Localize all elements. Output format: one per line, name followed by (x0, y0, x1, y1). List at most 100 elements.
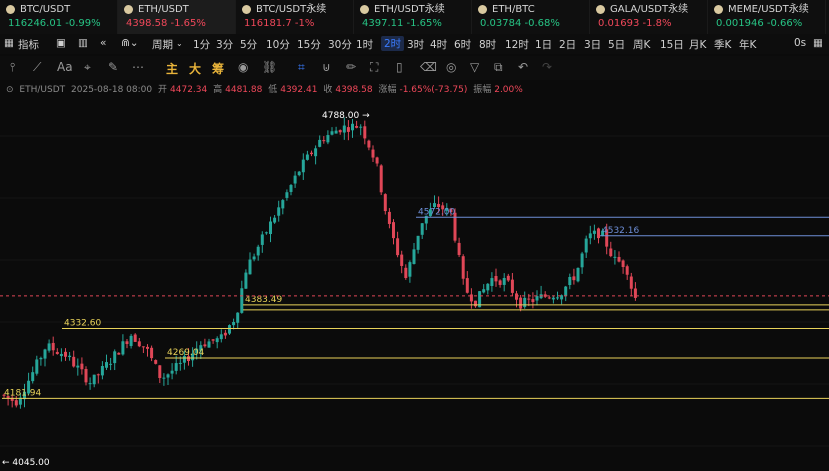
candle-body (59, 353, 63, 357)
timeframe-1日[interactable]: 1日 (535, 37, 552, 52)
ticker-tab[interactable]: ETH/BTC 0.03784 -0.68% (472, 0, 590, 34)
candle-body (502, 277, 506, 285)
indicator-icon[interactable]: ▦ (4, 37, 14, 49)
candle-body (96, 374, 100, 376)
timeframe-周K[interactable]: 周K (633, 37, 650, 52)
clipboard-icon[interactable]: ▯ (396, 60, 403, 74)
candle-body (141, 346, 145, 348)
timeframe-15日[interactable]: 15日 (660, 37, 684, 52)
timeframe-1分[interactable]: 1分 (193, 37, 210, 52)
filter-icon[interactable]: ▽ (470, 60, 479, 74)
candle-body (43, 349, 47, 359)
layers-icon[interactable]: ⧉ (494, 60, 503, 75)
candle-body (494, 275, 498, 282)
candle-body (273, 217, 277, 223)
candle-body (633, 288, 637, 298)
ticker-tab[interactable]: MEME/USDT永续 0.001946 -0.66% (708, 0, 826, 34)
candlestick-chart[interactable]: 4383.49 4332.60 4269.04 4181.94 4572.00 4532.… (0, 96, 829, 471)
info-open-label: 开 (158, 85, 168, 95)
lock-icon[interactable]: ⛶ (370, 60, 378, 75)
timeframe-12时[interactable]: 12时 (505, 37, 529, 52)
chart-type-icon[interactable]: ▥ (78, 37, 88, 49)
large-indicator-button[interactable]: 大 (189, 60, 201, 77)
delete-icon[interactable]: ⌫ (420, 60, 437, 74)
undo-icon[interactable]: ↶ (518, 60, 528, 74)
timeframe-年K[interactable]: 年K (739, 37, 756, 52)
draw-mode-icon[interactable]: ⌗ (298, 60, 305, 75)
candle-body (203, 344, 207, 347)
timeframe-月K[interactable]: 月K (689, 37, 706, 52)
collapse-icon[interactable]: « (100, 37, 106, 49)
candle-body (379, 165, 383, 193)
chevron-down-icon[interactable]: ⌄ (176, 39, 183, 48)
dots-icon[interactable]: ⋯ (132, 60, 144, 74)
grid-icon[interactable]: ▦ (813, 37, 823, 49)
period-dropdown[interactable]: 周期 (152, 37, 173, 52)
timeframe-5分[interactable]: 5分 (240, 37, 257, 52)
info-symbol: ETH/USDT (19, 85, 66, 95)
timeframe-15分[interactable]: 15分 (297, 37, 321, 52)
candle-body (293, 175, 297, 184)
timeframe-3时[interactable]: 3时 (407, 37, 424, 52)
info-datetime: 2025-08-18 08:00 (71, 85, 153, 95)
info-amp-label: 振幅 (473, 85, 492, 95)
ticker-tab[interactable]: ETH/USDT 4398.58 -1.65% (118, 0, 236, 34)
timeframe-30分[interactable]: 30分 (328, 37, 352, 52)
timeframe-季K[interactable]: 季K (714, 37, 731, 52)
timeframe-4时[interactable]: 4时 (430, 37, 447, 52)
candle-body (105, 362, 108, 368)
chart-style-icon[interactable]: ⋒⌄ (121, 37, 139, 49)
timeframe-3日[interactable]: 3日 (584, 37, 601, 52)
ruler-icon[interactable]: ⌖ (84, 60, 91, 75)
timeframe-1时[interactable]: 1时 (356, 37, 373, 52)
candle-body (625, 266, 629, 275)
ticker-symbol: GALA/USDT永续 (610, 4, 689, 15)
candle-body (408, 262, 412, 277)
calendar-icon[interactable]: ▣ (56, 37, 66, 49)
eye-icon[interactable]: ◉ (238, 60, 248, 74)
link-icon[interactable]: ⛓ (262, 60, 277, 74)
chips-indicator-button[interactable]: 筹 (212, 60, 224, 77)
vertical-line-icon[interactable]: ⫯ (10, 60, 15, 75)
ticker-tab[interactable]: BTC/USDT 116246.01 -0.99% (0, 0, 118, 34)
candle-body (301, 159, 305, 173)
timeframe-10分[interactable]: 10分 (266, 37, 290, 52)
timeframe-2时[interactable]: 2时 (381, 36, 405, 51)
candle-body (228, 325, 231, 334)
timeframe-8时[interactable]: 8时 (479, 37, 496, 52)
ticker-tab[interactable]: ETH/USDT永续 4397.11 -1.65% (354, 0, 472, 34)
visibility-icon[interactable]: ◎ (446, 60, 456, 74)
timeframe-5日[interactable]: 5日 (608, 37, 625, 52)
main-indicator-button[interactable]: 主 (166, 60, 178, 77)
candle-body (314, 148, 318, 157)
ticker-tab[interactable]: GALA/USDT永续 0.01693 -1.8% (590, 0, 708, 34)
candle-body (613, 256, 617, 258)
candle-body (170, 370, 174, 374)
indicator-button[interactable]: 指标 (18, 37, 39, 52)
candle-body (322, 140, 326, 142)
candle-body (617, 256, 621, 262)
timeframe-3分[interactable]: 3分 (216, 37, 233, 52)
magnet-icon[interactable]: ⊍ (322, 60, 331, 74)
brush-icon[interactable]: ✎ (108, 60, 118, 74)
candle-body (482, 289, 486, 293)
trendline-icon[interactable]: ⟋ (33, 60, 41, 75)
timeframe-2日[interactable]: 2日 (559, 37, 576, 52)
candle-body (486, 283, 490, 291)
text-tool[interactable]: Aa (57, 60, 73, 74)
candle-body (113, 351, 117, 364)
candle-body (355, 126, 359, 128)
candle-body (64, 351, 67, 357)
candle-body (547, 297, 551, 299)
timeframe-6时[interactable]: 6时 (454, 37, 471, 52)
pencil-icon[interactable]: ✏ (346, 60, 356, 74)
candle-body (35, 359, 39, 374)
min-price-label: ← 4045.00 (2, 458, 50, 468)
candle-body (174, 363, 178, 371)
ticker-tab[interactable]: BTC/USDT永续 116181.7 -1% (236, 0, 354, 34)
candle-body (420, 223, 424, 235)
candle-body (55, 351, 59, 354)
redo-icon[interactable]: ↷ (542, 60, 552, 74)
collapse-chevron-icon[interactable]: ⊙ (6, 85, 14, 95)
seconds-button[interactable]: 0s (794, 37, 806, 49)
